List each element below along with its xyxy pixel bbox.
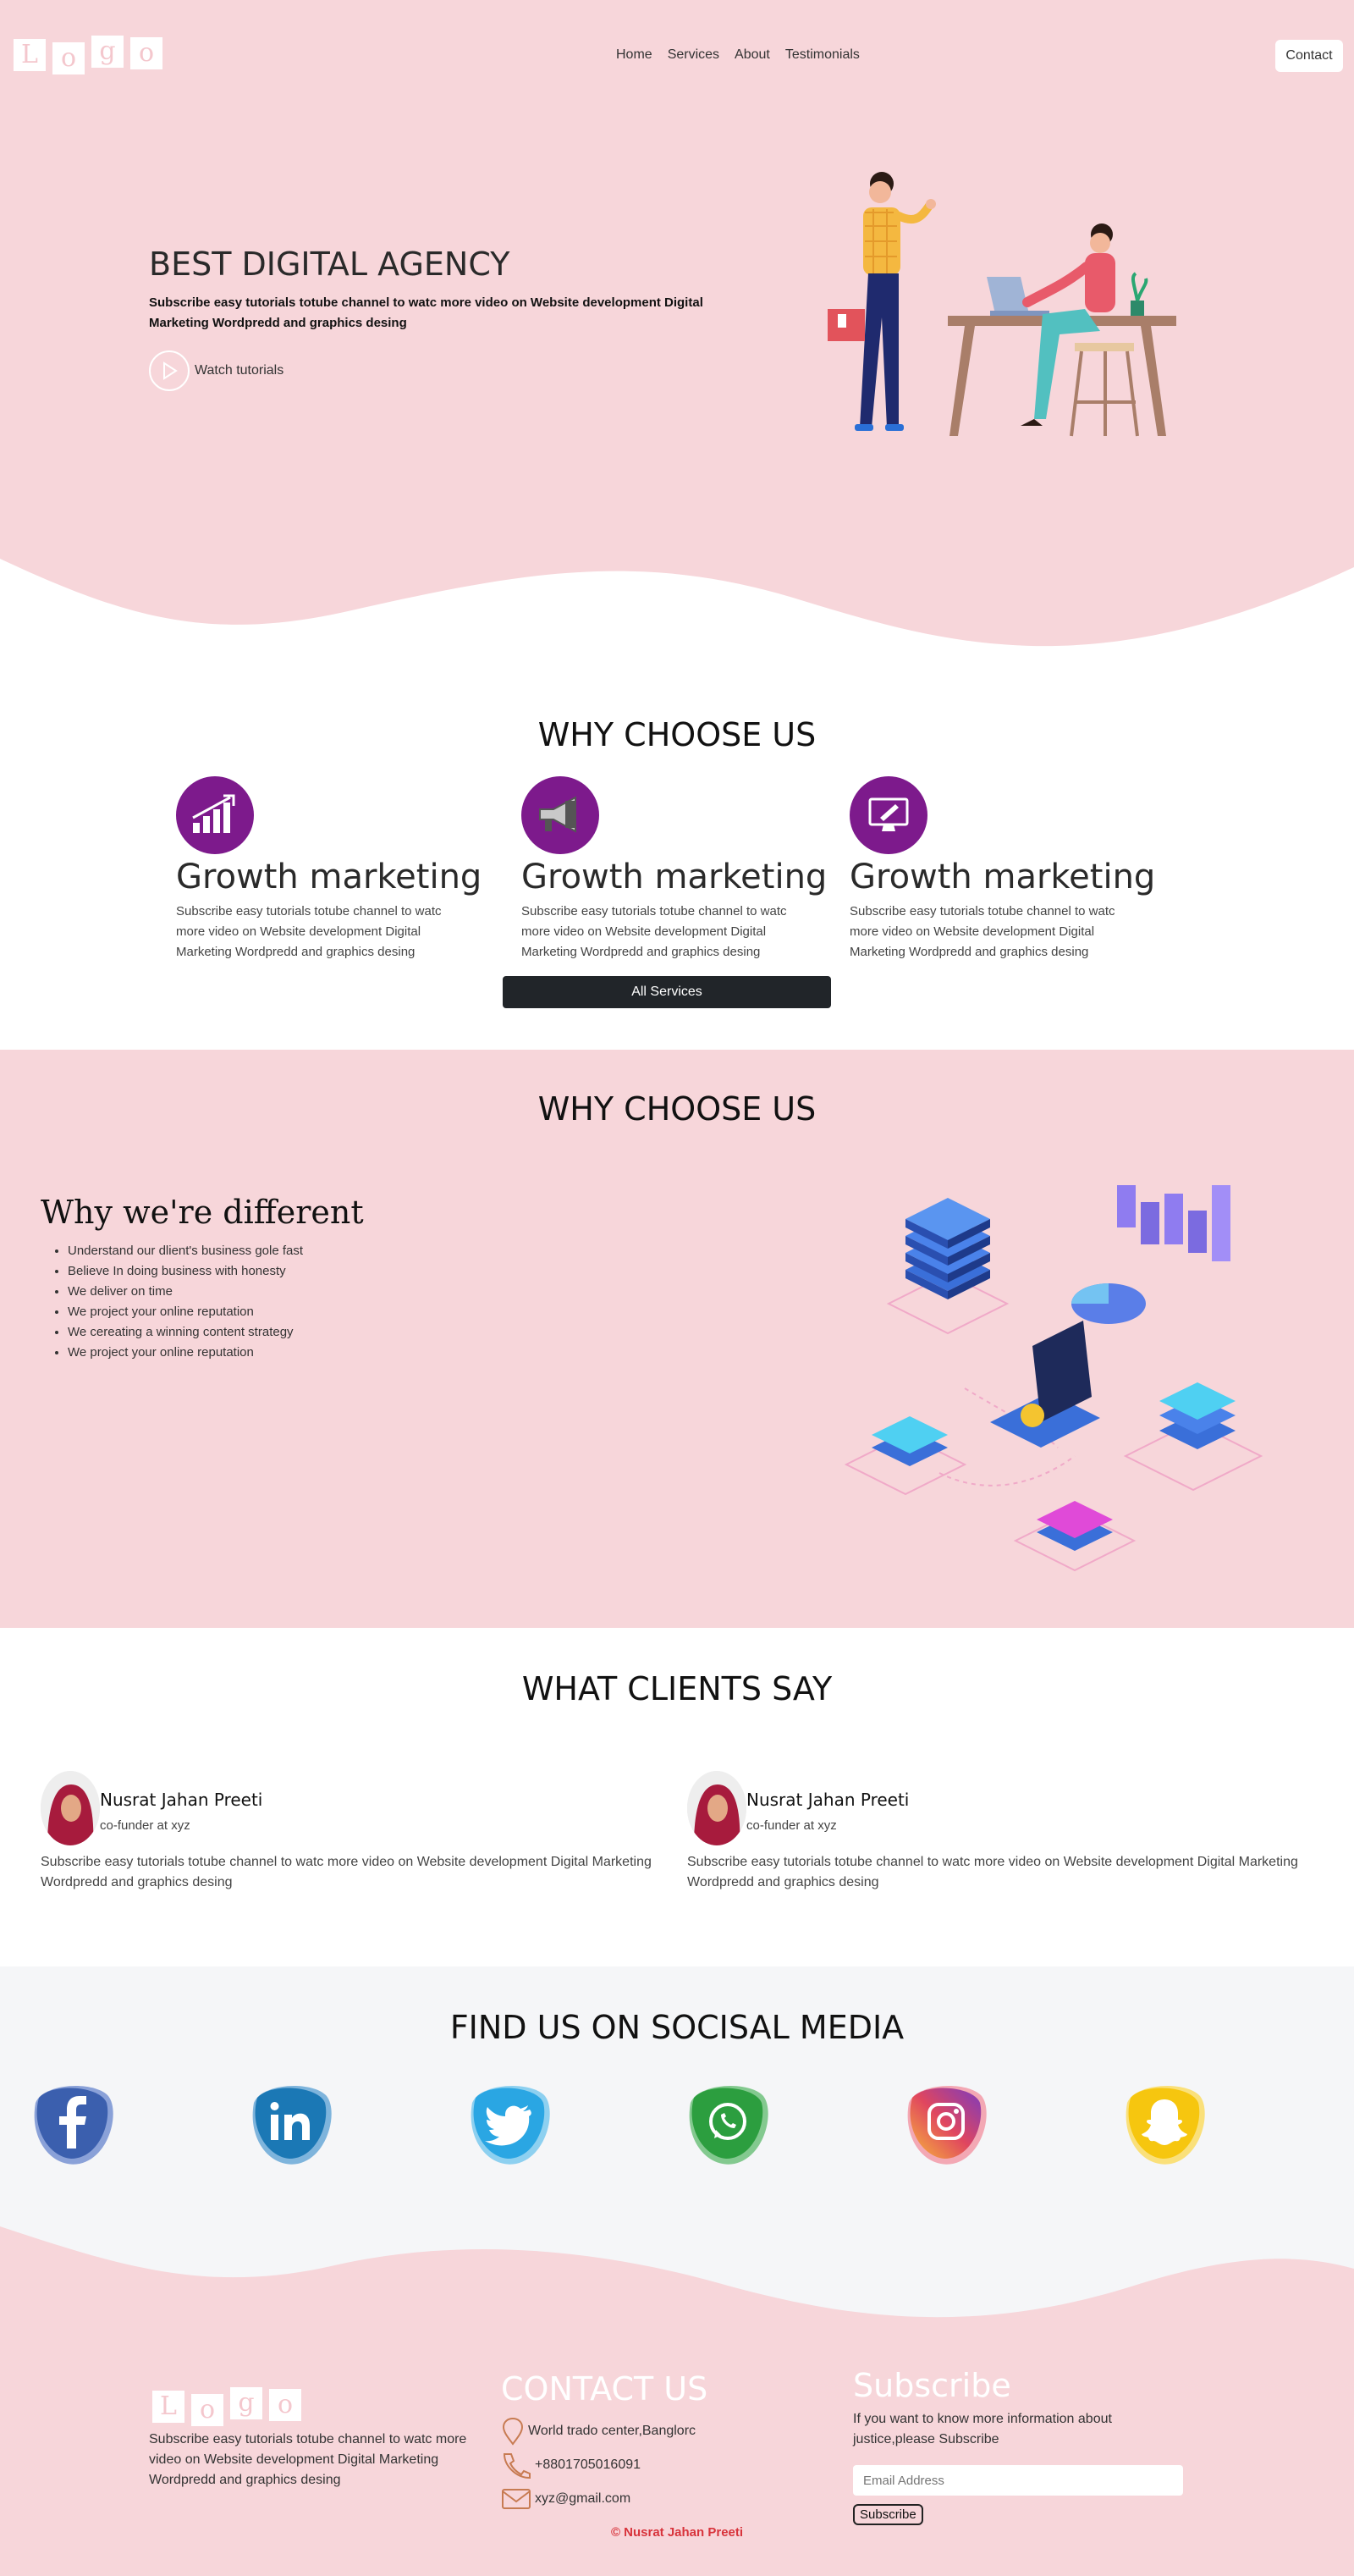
list-item: We project your online reputation [68,1343,303,1363]
client-name: Nusrat Jahan Preeti [746,1790,910,1810]
service-card: Growth marketing Subscribe easy tutorial… [850,776,1156,963]
social-title: FIND US ON SOCISAL MEDIA [449,2009,905,2046]
client-role: co-funder at xyz [746,1818,837,1833]
client-text: Subscribe easy tutorials totube channel … [687,1855,1298,1889]
service-card: Growth marketing Subscribe easy tutorial… [521,776,828,963]
service-title: Growth marketing [521,858,828,896]
list-item: We project your online reputation [68,1302,303,1322]
hero-title: BEST DIGITAL AGENCY [149,245,510,283]
logo-letter: o [269,2389,301,2421]
logo-letter: L [14,39,46,71]
logo-letter: L [152,2391,184,2423]
footer-logo[interactable]: L o g o [152,2386,301,2426]
mail-icon [502,2489,531,2509]
avatar [41,1771,100,1845]
linkedin-icon[interactable] [245,2077,338,2171]
phone-icon [503,2453,531,2479]
growth-chart-icon [176,776,254,854]
all-services-button[interactable]: All Services [503,976,831,1008]
play-icon [149,350,190,391]
logo-letter: g [230,2387,262,2419]
megaphone-icon [521,776,599,854]
service-text: Subscribe easy tutorials totube channel … [176,904,442,959]
logo-letter: o [130,37,162,69]
nav-services[interactable]: Services [668,47,719,63]
location-pin-icon [502,2417,524,2446]
logo[interactable]: L o g o [14,34,162,74]
instagram-icon[interactable] [900,2077,993,2171]
footer: L o g o Subscribe easy tutorials totube … [0,2218,1354,2576]
different-section-title: WHY CHOOSE US [537,1090,817,1128]
hero-subtitle: Subscribe easy tutorials totube channel … [149,295,703,330]
nav-testimonials[interactable]: Testimonials [785,47,860,63]
client-role: co-funder at xyz [100,1818,190,1833]
email-row: xyz@gmail.com [501,2482,696,2516]
email-text: xyz@gmail.com [535,2491,631,2506]
hero-wave [0,559,1354,669]
list-item: Believe In doing business with honesty [68,1261,303,1282]
contact-info: World trado center,Banglorc +88017050160… [501,2414,696,2516]
subscribe-button[interactable]: Subscribe [853,2504,923,2525]
contact-button[interactable]: Contact [1275,40,1343,72]
service-card: Growth marketing Subscribe easy tutorial… [176,776,482,963]
logo-letter: o [191,2394,223,2426]
email-input[interactable] [853,2465,1183,2496]
service-text: Subscribe easy tutorials totube channel … [850,904,1115,959]
service-text: Subscribe easy tutorials totube channel … [521,904,787,959]
different-list: Understand our dlient's business gole fa… [68,1241,303,1363]
client-name: Nusrat Jahan Preeti [100,1790,263,1810]
logo-letter: g [91,36,124,68]
logo-letter: o [52,42,85,74]
main-nav: Home Services About Testimonials [616,47,860,63]
service-title: Growth marketing [850,858,1156,896]
address-row: World trado center,Banglorc [501,2414,696,2448]
subscribe-text: If you want to know more information abo… [853,2412,1112,2446]
different-title: Why we're different [41,1194,364,1231]
footer-about: Subscribe easy tutorials totube channel … [149,2432,467,2487]
isometric-illustration [844,1185,1263,1572]
phone-text: +8801705016091 [535,2457,641,2472]
hero-illustration [828,172,1176,437]
subscribe-title: Subscribe [853,2367,1011,2404]
service-title: Growth marketing [176,858,482,896]
facebook-icon[interactable] [27,2077,120,2171]
list-item: Understand our dlient's business gole fa… [68,1241,303,1261]
client-text: Subscribe easy tutorials totube channel … [41,1855,652,1889]
watch-tutorials-link[interactable]: Watch tutorials [149,350,283,391]
list-item: We cereating a winning content strategy [68,1322,303,1343]
monitor-pen-icon [850,776,927,854]
list-item: We deliver on time [68,1282,303,1302]
watch-label: Watch tutorials [195,363,284,378]
copyright: © Nusrat Jahan Preeti [610,2525,744,2540]
clients-title: WHAT CLIENTS SAY [521,1670,833,1707]
whatsapp-icon[interactable] [682,2077,775,2171]
phone-row: +8801705016091 [501,2448,696,2482]
address-text: World trado center,Banglorc [528,2424,696,2438]
contact-title: CONTACT US [501,2370,708,2408]
different-section: WHY CHOOSE US Why we're different Unders… [0,1050,1354,1628]
twitter-icon[interactable] [464,2077,557,2171]
nav-about[interactable]: About [735,47,770,63]
snapchat-icon[interactable] [1119,2077,1212,2171]
nav-home[interactable]: Home [616,47,652,63]
avatar [687,1771,746,1845]
services-title: WHY CHOOSE US [537,716,817,753]
hero-section: L o g o Home Services About Testimonials… [0,0,1354,669]
